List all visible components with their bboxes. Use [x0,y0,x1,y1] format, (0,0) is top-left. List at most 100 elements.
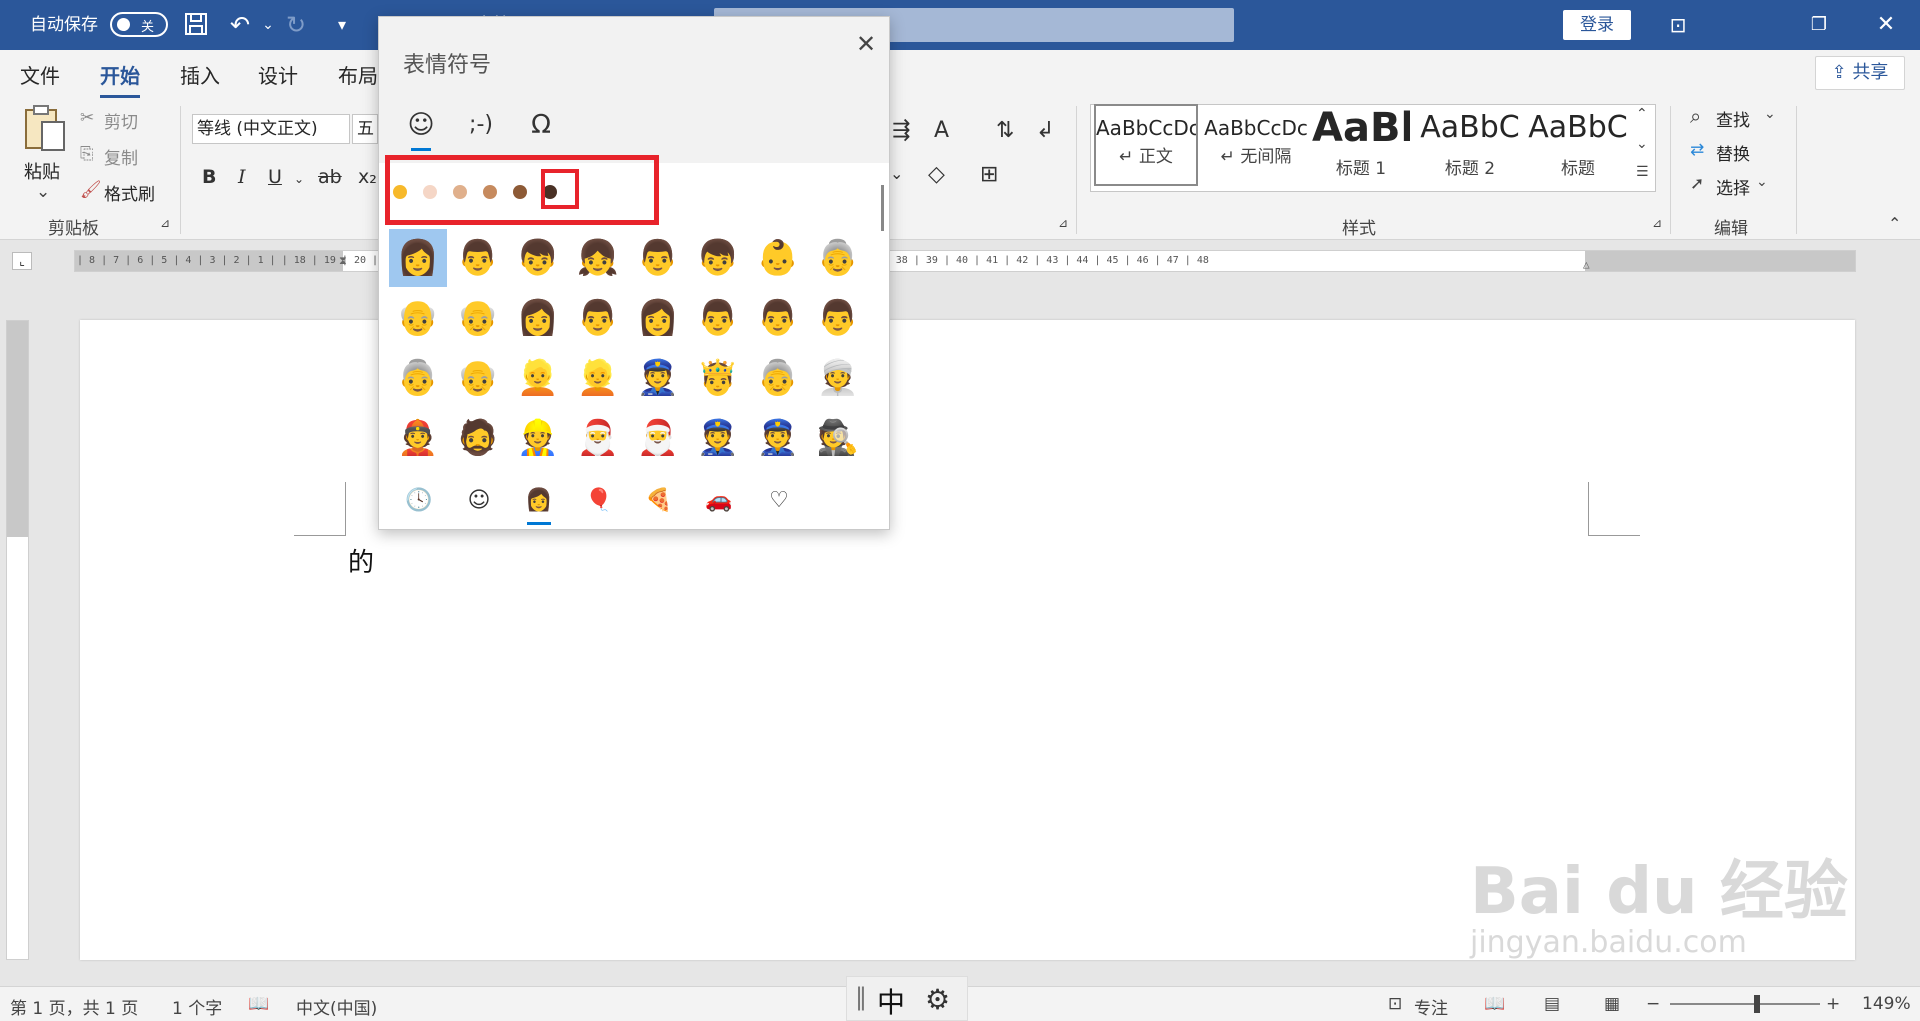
document-text[interactable]: 的 [348,542,374,579]
web-layout-icon[interactable]: ▦ [1604,994,1620,1014]
emoji-scrollbar[interactable] [881,185,884,231]
emoji-item[interactable]: 👩 [509,289,567,347]
people-icon[interactable]: 👩 [517,481,561,525]
emoji-item[interactable]: 🎅 [629,409,687,467]
vertical-ruler[interactable] [6,320,29,960]
select-dropdown-icon[interactable]: ⌄ [1756,174,1768,190]
indent-marker-icon[interactable]: ⧗ [339,251,347,271]
style-title[interactable]: AaBbC 标题 [1528,104,1628,186]
tab-file[interactable]: 文件 [20,60,60,89]
symbols-tab[interactable]: Ω [519,103,563,147]
borders-icon[interactable]: ⊞ [980,162,998,187]
font-size-dropdown[interactable]: 五号 [352,114,378,144]
proofing-icon[interactable]: 📖 [248,994,269,1014]
emoji-item[interactable]: 👨 [629,229,687,287]
emoji-item[interactable]: 👮 [629,349,687,407]
customize-icon[interactable]: ▾ [328,11,356,39]
emoji-item[interactable]: 🧔 [449,409,507,467]
emoji-item[interactable]: 👧 [569,229,627,287]
kaomoji-tab[interactable]: ;-) [459,103,503,147]
celebration-icon[interactable]: 🎈 [577,481,621,521]
underline-dropdown-icon[interactable]: ⌄ [294,172,304,186]
styles-more-icon[interactable]: ☰ [1636,164,1649,180]
emoji-item[interactable]: 🎅 [569,409,627,467]
emoji-item[interactable]: 👮 [689,409,747,467]
copy-button[interactable]: 复制 [104,144,138,169]
style-normal[interactable]: AaBbCcDc ↵ 正文 [1094,104,1198,186]
emoji-item[interactable]: 👴 [449,289,507,347]
close-icon[interactable]: ✕ [1872,11,1900,39]
word-count[interactable]: 1 个字 [172,994,222,1019]
emoji-item[interactable]: 👴 [449,349,507,407]
login-button[interactable]: 登录 [1563,10,1631,40]
asian-layout-icon[interactable]: A [934,118,949,143]
find-button[interactable]: 查找 [1716,106,1750,131]
emoji-tab[interactable]: ☺ [399,103,443,151]
share-button[interactable]: ⇪ 共享 [1815,56,1905,90]
emoji-item[interactable]: 👵 [809,229,867,287]
replace-button[interactable]: 替换 [1716,140,1750,165]
print-layout-icon[interactable]: ▤ [1544,994,1560,1014]
redo-icon[interactable]: ↻ [282,11,310,39]
food-icon[interactable]: 🍕 [637,481,681,521]
zoom-level[interactable]: 149% [1862,994,1911,1014]
smiley-icon[interactable]: ☺ [457,481,501,521]
emoji-item[interactable]: 👨 [749,289,807,347]
emoji-item[interactable]: 🕵 [809,409,867,467]
tab-home[interactable]: 开始 [100,60,140,98]
paste-icon[interactable] [22,104,68,154]
emoji-item[interactable]: 👴 [389,289,447,347]
strikethrough-button[interactable]: ab [318,166,342,188]
ime-mode[interactable]: 中 [877,981,905,1021]
undo-icon[interactable]: ↶ [226,11,254,39]
font-name-dropdown[interactable]: 等线 (中文正文) [192,114,350,144]
paste-button[interactable]: 粘贴 [24,158,60,184]
emoji-item[interactable]: 🤴 [689,349,747,407]
zoom-in-icon[interactable]: + [1826,994,1840,1014]
style-no-spacing[interactable]: AaBbCcDc ↵ 无间隔 [1204,104,1308,186]
ime-handle-icon[interactable]: ‖ [855,983,867,1011]
close-icon[interactable]: ✕ [851,29,881,59]
paste-dropdown-icon[interactable]: ⌄ [36,182,50,202]
emoji-item[interactable]: 👩 [629,289,687,347]
emoji-item[interactable]: 👦 [509,229,567,287]
zoom-slider-thumb[interactable] [1754,995,1760,1013]
styles-up-icon[interactable]: ⌃ [1636,106,1648,122]
gear-icon[interactable]: ⚙ [925,983,950,1016]
ribbon-display-icon[interactable]: ⊡ [1664,11,1692,39]
heart-icon[interactable]: ♡ [757,481,801,521]
sort-icon[interactable]: ⇅ [996,118,1014,143]
italic-button[interactable]: I [238,166,246,188]
focus-button[interactable]: 专注 [1414,994,1448,1019]
cut-button[interactable]: 剪切 [104,108,138,133]
emoji-item[interactable]: 👱 [569,349,627,407]
emoji-item[interactable]: 👨 [689,289,747,347]
align-dropdown-icon[interactable]: ⌄ [890,164,903,183]
emoji-item[interactable]: 👮 [749,409,807,467]
bold-button[interactable]: B [202,166,216,188]
emoji-item[interactable]: 👱 [509,349,567,407]
format-painter-button[interactable]: 格式刷 [104,180,155,205]
travel-icon[interactable]: 🚗 [697,481,741,521]
styles-down-icon[interactable]: ⌄ [1636,136,1648,152]
autosave-toggle[interactable]: 关 [110,12,168,37]
emoji-item[interactable]: 👩 [389,229,447,287]
horizontal-ruler[interactable]: | 8 | 7 | 6 | 5 | 4 | 3 | 2 | 1 | | 18 |… [74,250,1856,272]
read-mode-icon[interactable]: 📖 [1484,994,1505,1014]
emoji-item[interactable]: 👳 [809,349,867,407]
zoom-out-icon[interactable]: − [1646,994,1660,1014]
language-indicator[interactable]: 中文(中国) [296,994,377,1019]
subscript-button[interactable]: x₂ [358,166,377,188]
emoji-item[interactable]: 👨 [569,289,627,347]
collapse-ribbon-icon[interactable]: ⌃ [1888,214,1901,233]
indent-icon[interactable]: ⇶ [892,118,910,143]
emoji-item[interactable]: 👦 [689,229,747,287]
focus-icon[interactable]: ⊡ [1388,994,1402,1014]
tab-selector-icon[interactable]: ⌞ [12,252,32,270]
style-heading-1[interactable]: AaBl 标题 1 [1312,104,1410,186]
page-count[interactable]: 第 1 页，共 1 页 [10,994,138,1019]
zoom-slider[interactable] [1670,1003,1820,1005]
show-marks-icon[interactable]: ↲ [1036,118,1054,143]
paragraph-launcher-icon[interactable]: ⊿ [1058,216,1068,230]
emoji-item[interactable]: 👨 [449,229,507,287]
